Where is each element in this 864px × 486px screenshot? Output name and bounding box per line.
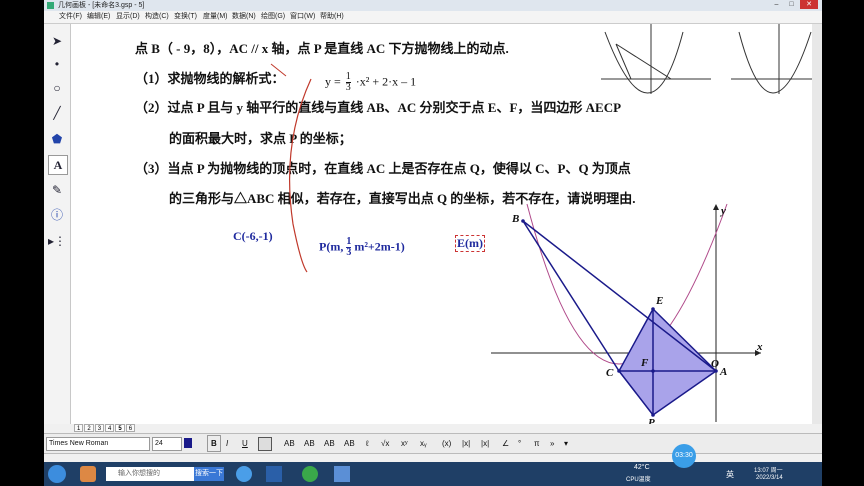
page-tab-1[interactable]: 1 bbox=[74, 424, 84, 432]
point-e bbox=[651, 307, 655, 311]
menu-help[interactable]: 帮助(H) bbox=[320, 11, 344, 23]
symbol-abs[interactable]: |x| bbox=[481, 434, 489, 453]
vertical-scrollbar[interactable] bbox=[812, 24, 822, 424]
page-tab-4[interactable]: 4 bbox=[105, 424, 115, 432]
line-bc bbox=[522, 220, 620, 372]
menu-window[interactable]: 窗口(W) bbox=[290, 11, 315, 23]
line-tool[interactable]: ╱ bbox=[48, 104, 66, 122]
sketch-canvas[interactable]: 点 B（ - 9，8），AC // x 轴，点 P 是直线 AC 下方抛物线上的… bbox=[71, 24, 812, 424]
menu-measure[interactable]: 度量(M) bbox=[203, 11, 228, 23]
menu-edit[interactable]: 编辑(E) bbox=[87, 11, 110, 23]
menu-data[interactable]: 数据(N) bbox=[232, 11, 256, 23]
browser-icon[interactable] bbox=[236, 466, 252, 482]
menu-graph[interactable]: 绘图(G) bbox=[261, 11, 285, 23]
page-tab-2[interactable]: 2 bbox=[84, 424, 94, 432]
symbol-bracket[interactable]: |x| bbox=[462, 434, 470, 453]
label-c: C bbox=[606, 367, 614, 379]
marker-tool[interactable]: ✎ bbox=[48, 181, 66, 199]
font-select[interactable]: Times New Roman bbox=[46, 437, 150, 451]
app-icon-green[interactable] bbox=[302, 466, 318, 482]
animation-tool[interactable]: ▸⋮ bbox=[48, 232, 66, 250]
app-icon-1[interactable] bbox=[80, 466, 96, 482]
close-button[interactable]: ✕ bbox=[800, 0, 818, 9]
menu-display[interactable]: 显示(D) bbox=[116, 11, 140, 23]
y-axis-arrow bbox=[713, 204, 719, 210]
clock-date: 2022/3/14 bbox=[756, 475, 783, 481]
menu-file[interactable]: 文件(F) bbox=[59, 11, 82, 23]
menu-transform[interactable]: 变换(T) bbox=[174, 11, 197, 23]
font-size-select[interactable]: 24 bbox=[152, 437, 182, 451]
page-tab-6[interactable]: 6 bbox=[125, 424, 136, 432]
clock-time: 13:07 周一 bbox=[754, 468, 783, 474]
point-c bbox=[617, 369, 621, 373]
ime-indicator[interactable]: 英 bbox=[726, 469, 734, 480]
symbol-dropdown[interactable]: ▾ bbox=[564, 434, 568, 453]
info-tool[interactable]: ⓘ bbox=[48, 206, 66, 224]
symbol-more[interactable]: » bbox=[550, 434, 554, 453]
point-f bbox=[651, 369, 655, 373]
menu-bar: 文件(F) 编辑(E) 显示(D) 构造(C) 变换(T) 度量(M) 数据(N… bbox=[44, 11, 822, 24]
symbol-4[interactable]: AB bbox=[344, 434, 355, 453]
point-tool[interactable]: • bbox=[48, 55, 66, 73]
label-p: P bbox=[648, 417, 655, 424]
sketchpad-icon[interactable] bbox=[334, 466, 350, 482]
label-x: x bbox=[756, 341, 763, 353]
math-format-icon[interactable] bbox=[258, 437, 272, 451]
label-y: y bbox=[719, 205, 726, 217]
symbol-subscript[interactable]: xᵧ bbox=[420, 434, 427, 453]
recording-timer[interactable]: 03:30 bbox=[672, 444, 696, 468]
label-b: B bbox=[511, 213, 519, 225]
label-f: F bbox=[640, 357, 649, 369]
text-tool[interactable]: A bbox=[48, 155, 68, 175]
start-button[interactable] bbox=[48, 465, 66, 483]
italic-button[interactable]: I bbox=[226, 434, 228, 453]
taskbar-search-input[interactable]: 输入你想搜的 bbox=[106, 467, 208, 481]
taskbar: 输入你想搜的 搜索一下 42°C CPU温度 英 13:07 周一 2022/3… bbox=[44, 462, 822, 486]
polygon-tool[interactable]: ⬟ bbox=[48, 130, 66, 148]
page-tabs: 1 2 3 4 5 6 bbox=[74, 424, 136, 432]
parabola-curve bbox=[526, 203, 728, 365]
symbol-sqrt[interactable]: √x bbox=[381, 434, 389, 453]
symbol-2[interactable]: AB bbox=[304, 434, 315, 453]
compass-tool[interactable]: ○ bbox=[48, 79, 66, 97]
thumbnail-figure-1 bbox=[601, 24, 711, 94]
maximize-button[interactable]: □ bbox=[785, 0, 798, 9]
text-color-swatch[interactable] bbox=[184, 438, 192, 448]
format-toolbar: Times New Roman 24 B I U AB AB AB AB ℓ √… bbox=[44, 433, 822, 454]
toolbox: ➤ • ○ ╱ ⬟ A ✎ ⓘ ▸⋮ bbox=[44, 24, 71, 424]
red-arrow-annotation bbox=[288, 78, 312, 273]
minimize-button[interactable]: – bbox=[770, 0, 783, 9]
symbol-paren[interactable]: (x) bbox=[442, 434, 451, 453]
thumbnail-figure-2 bbox=[731, 24, 812, 94]
title-bar: 几何画板 - [未命名3.gsp - 5] – □ ✕ bbox=[44, 0, 822, 11]
app-icon bbox=[47, 2, 54, 9]
symbol-pi[interactable]: π bbox=[534, 434, 540, 453]
underline-button[interactable]: U bbox=[242, 434, 248, 453]
app-window: 几何画板 - [未命名3.gsp - 5] – □ ✕ 文件(F) 编辑(E) … bbox=[44, 0, 822, 486]
taskbar-search-button[interactable]: 搜索一下 bbox=[194, 467, 224, 481]
cpu-temp: 42°C bbox=[634, 464, 650, 471]
page-tab-5[interactable]: 5 bbox=[115, 424, 125, 432]
symbol-3[interactable]: AB bbox=[324, 434, 335, 453]
label-a: A bbox=[719, 366, 727, 378]
point-b bbox=[521, 219, 525, 223]
quadrilateral-aecp bbox=[618, 307, 718, 417]
page-tab-3[interactable]: 3 bbox=[94, 424, 105, 432]
symbol-angle[interactable]: ∠ bbox=[502, 434, 509, 453]
diagram: B E C F O A P x y bbox=[270, 24, 812, 424]
symbol-5[interactable]: ℓ bbox=[366, 434, 369, 453]
label-e: E bbox=[655, 295, 663, 307]
bold-button[interactable]: B bbox=[207, 435, 221, 452]
red-underline-mark bbox=[270, 63, 287, 77]
cpu-label: CPU温度 bbox=[626, 477, 651, 483]
symbol-degree[interactable]: ° bbox=[518, 434, 521, 453]
symbol-1[interactable]: AB bbox=[284, 434, 295, 453]
symbol-power[interactable]: xʸ bbox=[401, 434, 408, 453]
label-o: O bbox=[711, 358, 719, 370]
word-icon[interactable] bbox=[266, 466, 282, 482]
arrow-tool[interactable]: ➤ bbox=[48, 32, 66, 50]
window-title: 几何画板 - [未命名3.gsp - 5] bbox=[58, 2, 145, 9]
menu-construct[interactable]: 构造(C) bbox=[145, 11, 169, 23]
